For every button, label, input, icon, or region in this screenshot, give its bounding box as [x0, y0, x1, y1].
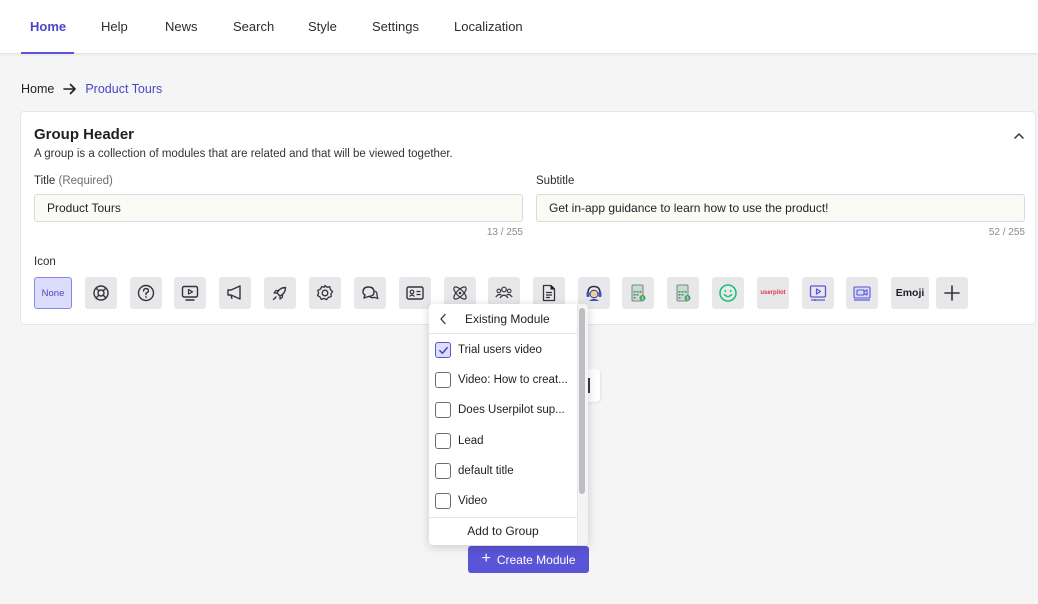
userpilot-logo-icon[interactable]: userpilot — [757, 277, 789, 309]
lifebuoy-icon[interactable] — [85, 277, 117, 309]
title-counter: 13 / 255 — [486, 227, 523, 238]
breadcrumb-current: Product Tours — [85, 82, 163, 96]
add-to-group-button[interactable]: Add to Group — [429, 517, 577, 545]
question-icon[interactable] — [130, 277, 162, 309]
subtitle-input[interactable] — [536, 194, 1025, 222]
megaphone-icon[interactable] — [219, 277, 251, 309]
tab-home[interactable]: Home — [20, 0, 75, 54]
dropdown-header: Existing Module — [429, 304, 577, 334]
module-option-label: Does Userpilot sup... — [458, 404, 565, 416]
module-option[interactable]: Lead — [429, 426, 577, 456]
module-option-label: Trial users video — [458, 344, 542, 356]
checkbox-checked[interactable] — [435, 342, 451, 358]
dropdown-scrollbar-thumb[interactable] — [579, 308, 585, 494]
tab-settings[interactable]: Settings — [372, 0, 419, 54]
svg-text:$: $ — [686, 296, 689, 302]
module-option[interactable]: Trial users video — [429, 335, 577, 365]
module-option-label: Video — [458, 495, 488, 507]
video-camera-icon[interactable] — [846, 277, 878, 309]
existing-module-dropdown: Existing Module Trial users video Video:… — [429, 304, 588, 545]
icon-none-option[interactable]: None — [34, 277, 72, 309]
rocket-icon[interactable] — [264, 277, 296, 309]
module-option[interactable]: Video — [429, 486, 577, 516]
title-input[interactable] — [34, 194, 523, 222]
subtitle-counter: 52 / 255 — [988, 227, 1025, 238]
create-module-label: Create Module — [496, 552, 576, 567]
card-description: A group is a collection of modules that … — [34, 148, 453, 160]
module-option[interactable]: Video: How to creat... — [429, 365, 577, 395]
breadcrumb: Home Product Tours — [21, 80, 162, 98]
module-option-label: Lead — [458, 435, 484, 447]
card-title: Group Header — [34, 126, 135, 143]
smiley-icon[interactable] — [712, 277, 744, 309]
video-icon[interactable] — [174, 277, 206, 309]
create-module-button[interactable]: + Create Module — [468, 546, 589, 573]
checkbox[interactable] — [435, 372, 451, 388]
module-option[interactable]: default title — [429, 456, 577, 486]
arrow-right-icon — [63, 83, 77, 95]
svg-text:$: $ — [641, 296, 644, 302]
tab-news[interactable]: News — [165, 0, 198, 54]
chevron-up-icon[interactable] — [1012, 129, 1026, 143]
checkbox[interactable] — [435, 402, 451, 418]
id-card-icon[interactable] — [399, 277, 431, 309]
required-note: (Required) — [58, 175, 113, 187]
checkbox[interactable] — [435, 493, 451, 509]
group-header-card: Group Header A group is a collection of … — [20, 111, 1036, 325]
hidden-panel-edge — [586, 369, 600, 402]
calculator-alt-icon[interactable]: $ — [667, 277, 699, 309]
add-icon[interactable] — [936, 277, 968, 309]
module-option-label: default title — [458, 465, 514, 477]
tab-style[interactable]: Style — [308, 0, 337, 54]
tab-search[interactable]: Search — [233, 0, 274, 54]
video-player-icon[interactable] — [802, 277, 834, 309]
top-nav: Home Help News Search Style Settings Loc… — [0, 0, 1038, 54]
plus-icon: + — [481, 549, 491, 567]
gear-icon[interactable] — [309, 277, 341, 309]
chat-icon[interactable] — [354, 277, 386, 309]
calculator-icon[interactable]: $ — [622, 277, 654, 309]
chevron-left-icon[interactable] — [438, 313, 448, 325]
emoji-option[interactable]: Emoji — [891, 277, 929, 309]
checkbox[interactable] — [435, 463, 451, 479]
breadcrumb-home[interactable]: Home — [21, 82, 54, 96]
icon-label: Icon — [34, 256, 56, 268]
check-icon — [438, 346, 448, 354]
tab-localization[interactable]: Localization — [454, 0, 523, 54]
checkbox[interactable] — [435, 433, 451, 449]
subtitle-label: Subtitle — [536, 175, 575, 187]
module-option[interactable]: Does Userpilot sup... — [429, 395, 577, 425]
module-option-label: Video: How to creat... — [458, 374, 568, 386]
tab-help[interactable]: Help — [101, 0, 128, 54]
title-label: Title (Required) — [34, 175, 113, 187]
dropdown-title: Existing Module — [465, 312, 550, 326]
